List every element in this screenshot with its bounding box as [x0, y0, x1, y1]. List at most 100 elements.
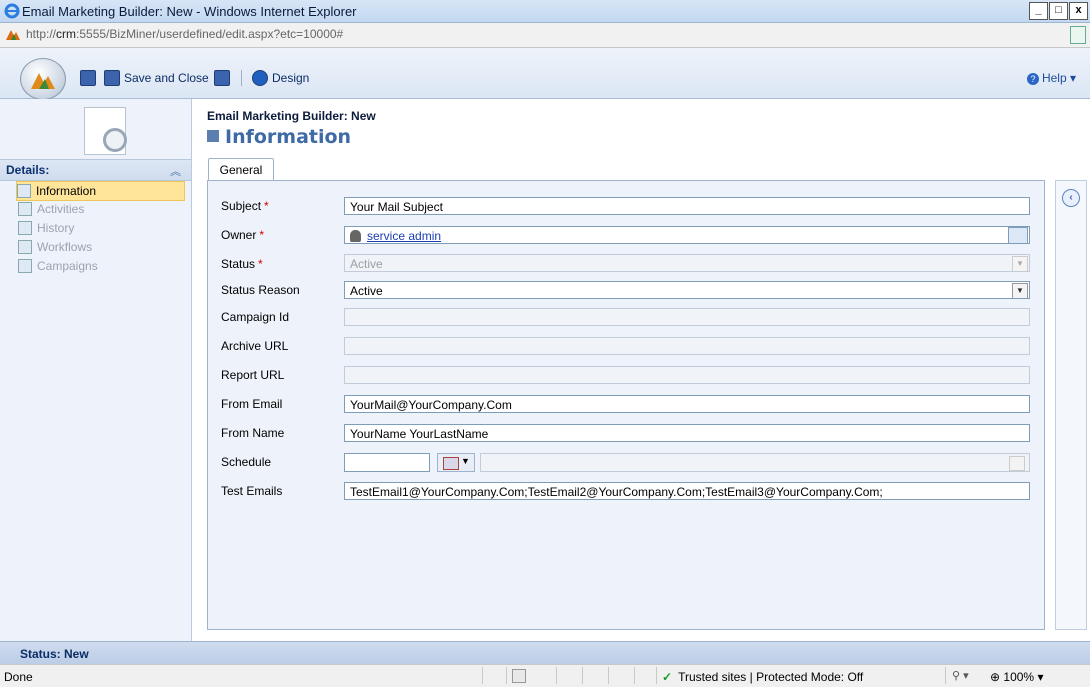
calendar-button[interactable]: ▼	[437, 453, 475, 472]
owner-label: Owner *	[221, 228, 264, 242]
schedule-label: Schedule	[221, 455, 272, 469]
collapse-icon[interactable]: ︽	[170, 163, 181, 179]
ie-logo-icon	[4, 3, 20, 19]
security-zone-text: Trusted sites | Protected Mode: Off	[678, 670, 864, 684]
workflows-icon	[18, 240, 32, 254]
information-icon	[17, 184, 31, 198]
save-and-close-label: Save and Close	[124, 71, 209, 85]
owner-lookup[interactable]: service admin	[344, 226, 1030, 244]
information-icon	[207, 130, 219, 142]
owner-link[interactable]: service admin	[367, 229, 441, 243]
toolbar-separator	[241, 70, 242, 86]
side-pane-strip: ‹	[1055, 180, 1087, 630]
required-marker: *	[264, 199, 269, 213]
window-titlebar: Email Marketing Builder: New - Windows I…	[0, 0, 1090, 23]
crm-toolbar: Save and Close Design ? Help ▾	[0, 48, 1090, 100]
status-reason-select[interactable]: Active ▼	[344, 281, 1030, 299]
browser-status-text: Done	[4, 670, 33, 684]
tab-general[interactable]: General	[208, 158, 274, 181]
status-cell	[482, 667, 483, 684]
nav-item-information[interactable]: Information	[16, 181, 185, 201]
from-name-input[interactable]: YourName YourLastName	[344, 424, 1030, 442]
help-label: Help	[1041, 71, 1067, 85]
schedule-date-input[interactable]	[344, 453, 430, 472]
campaigns-icon	[18, 259, 32, 273]
form-header: Email Marketing Builder: New Information	[207, 109, 376, 148]
help-icon: ?	[1026, 73, 1039, 85]
url-field[interactable]: http://crm:5555/BizMiner/userdefined/edi…	[26, 27, 343, 41]
status-cell	[945, 667, 946, 684]
nav-item-label: Workflows	[37, 240, 93, 254]
status-label: Status *	[221, 257, 263, 271]
expand-left-icon[interactable]: ‹	[1062, 189, 1080, 207]
form-status-text: Status: New	[20, 647, 89, 661]
save-button[interactable]	[80, 70, 96, 86]
entity-icon	[84, 107, 127, 155]
nav-item-activities[interactable]: Activities	[18, 200, 84, 218]
save-new-button[interactable]	[214, 70, 230, 86]
zoom-level: 100%	[1003, 670, 1035, 684]
nav-item-label: Activities	[37, 202, 85, 216]
window-title: Email Marketing Builder: New - Windows I…	[22, 4, 357, 19]
page-title-text: Information	[225, 126, 352, 148]
archive-url-label: Archive URL	[221, 339, 289, 353]
status-reason-label: Status Reason	[221, 283, 300, 297]
design-button[interactable]: Design	[252, 70, 309, 86]
status-cell	[582, 667, 583, 684]
save-and-close-button[interactable]: Save and Close	[104, 70, 209, 86]
save-icon	[80, 70, 96, 86]
minimize-button[interactable]: _	[1029, 2, 1048, 20]
window-controls: _ □ x	[1029, 2, 1088, 20]
maximize-button[interactable]: □	[1049, 2, 1068, 20]
help-menu[interactable]: ? Help ▾	[1026, 71, 1076, 85]
form-status-bar: Status: New	[0, 641, 1090, 664]
chevron-down-icon: ▼	[461, 456, 470, 466]
required-marker: *	[259, 228, 265, 242]
address-bar: http://crm:5555/BizMiner/userdefined/edi…	[0, 23, 1090, 48]
history-icon	[18, 221, 32, 235]
page-title: Information	[207, 126, 351, 148]
crm-logo[interactable]	[20, 58, 66, 100]
url-rest: :5555/BizMiner/userdefined/edit.aspx?etc…	[76, 27, 344, 41]
subject-label: Subject *	[221, 199, 269, 213]
browser-status-bar: Done ✓ Trusted sites | Protected Mode: Of…	[0, 664, 1090, 687]
status-value: Active	[350, 257, 383, 271]
zoom-control[interactable]: ⊕ 100% ▾	[990, 670, 1043, 684]
nav-item-label: Campaigns	[37, 259, 98, 273]
test-emails-input[interactable]: TestEmail1@YourCompany.Com;TestEmail2@Yo…	[344, 482, 1030, 500]
required-marker: *	[258, 257, 263, 271]
test-emails-label: Test Emails	[221, 484, 283, 498]
close-button[interactable]: x	[1069, 2, 1088, 20]
details-header[interactable]: Details: ︽	[0, 159, 191, 181]
campaign-id-field	[344, 308, 1030, 326]
report-url-field	[344, 366, 1030, 384]
nav-item-campaigns[interactable]: Campaigns	[18, 257, 98, 275]
url-prefix: http://	[26, 27, 57, 41]
save-close-icon	[104, 70, 120, 86]
lookup-icon[interactable]	[1008, 227, 1028, 243]
security-zone[interactable]: ✓ Trusted sites | Protected Mode: Off	[662, 670, 863, 684]
user-icon	[350, 230, 361, 242]
status-cell	[608, 667, 609, 684]
report-url-label: Report URL	[221, 368, 285, 382]
crm-favicon-icon	[6, 28, 20, 40]
status-select: Active ▼	[344, 254, 1030, 272]
status-cell	[556, 667, 557, 684]
left-navigation-pane: Details: ︽ Information Activities Histor…	[0, 99, 192, 641]
page-icon[interactable]	[1070, 26, 1086, 44]
gear-icon	[103, 128, 127, 152]
chevron-down-icon: ▼	[1012, 256, 1028, 271]
owner-label-text: Owner	[221, 228, 257, 242]
from-email-input[interactable]: YourMail@YourCompany.Com	[344, 395, 1030, 413]
lock-dropdown-icon[interactable]: ⚲ ▾	[952, 669, 969, 682]
chevron-down-icon[interactable]: ▼	[1012, 283, 1028, 298]
status-cell	[656, 667, 657, 684]
schedule-time-select	[480, 453, 1030, 472]
nav-item-history[interactable]: History	[18, 219, 74, 237]
subject-input[interactable]: Your Mail Subject	[344, 197, 1030, 215]
subject-label-text: Subject	[221, 199, 262, 213]
nav-item-workflows[interactable]: Workflows	[18, 238, 92, 256]
design-label: Design	[272, 71, 310, 85]
save-new-icon	[214, 70, 230, 86]
page-status-icon	[512, 669, 526, 683]
